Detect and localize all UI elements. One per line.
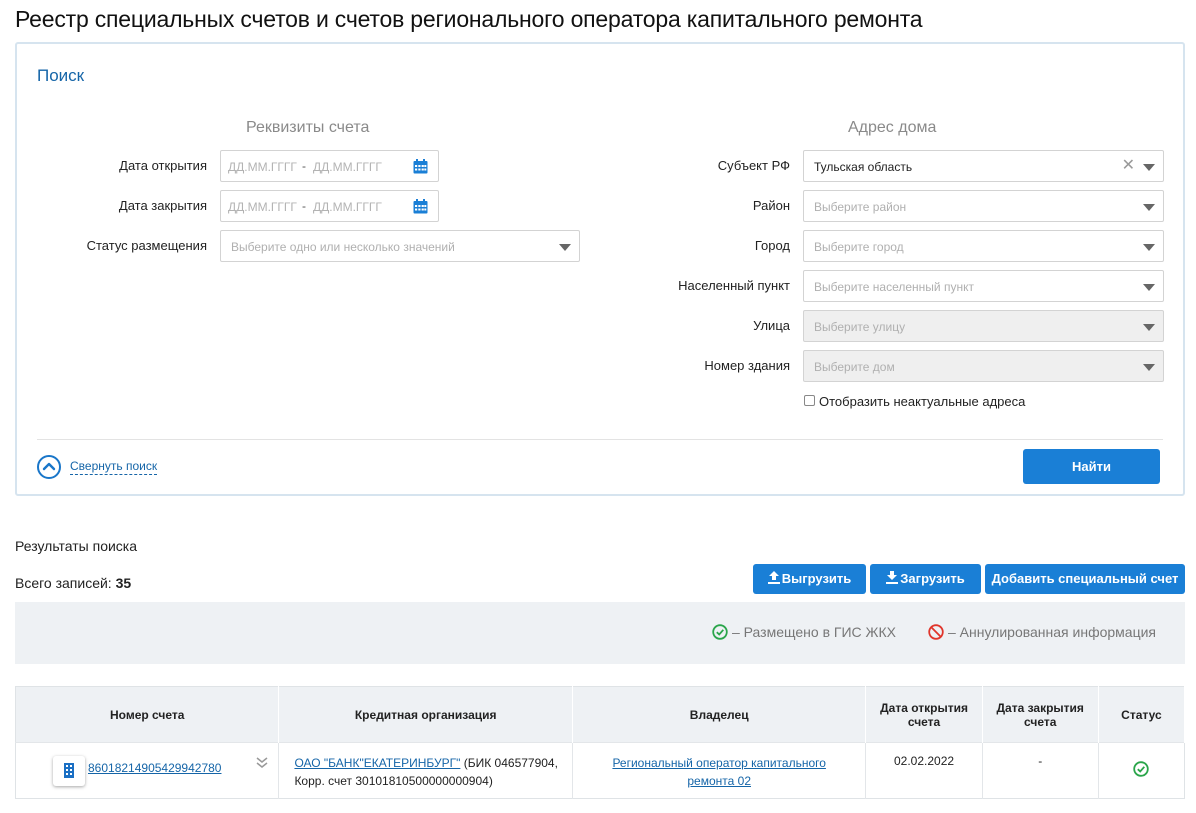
account-number-link[interactable]: 86018214905429942780: [88, 761, 221, 775]
show-inactive-label[interactable]: Отобразить неактуальные адреса: [819, 394, 1025, 409]
open-date-from[interactable]: ДД.ММ.ГГГГ: [228, 160, 297, 174]
cancel-circle-icon: [928, 624, 944, 640]
column-header-open-date: Дата открытия счета: [865, 686, 983, 743]
results-label: Результаты поиска: [15, 538, 138, 554]
close-date-to[interactable]: ДД.ММ.ГГГГ: [313, 200, 382, 214]
add-special-account-button[interactable]: Добавить специальный счет: [985, 564, 1185, 594]
chevron-down-icon[interactable]: [1143, 204, 1155, 211]
close-date-from[interactable]: ДД.ММ.ГГГГ: [228, 200, 297, 214]
search-panel: Поиск Реквизиты счета Дата открытия ДД.М…: [15, 42, 1185, 496]
owner-cell: Региональный оператор капитального ремон…: [572, 742, 867, 799]
legend-bar: – Размещено в ГИС ЖКХ – Аннулированная и…: [15, 602, 1185, 664]
chevron-up-icon[interactable]: [37, 455, 61, 479]
account-number-cell: 86018214905429942780: [15, 742, 280, 799]
region-select[interactable]: Тульская область ✕: [803, 150, 1164, 182]
account-section-title: Реквизиты счета: [246, 119, 370, 136]
results-table: Номер счета Кредитная организация Владел…: [15, 686, 1186, 799]
column-header-account-number: Номер счета: [15, 686, 280, 743]
column-header-bank: Кредитная организация: [278, 686, 573, 743]
chevron-down-icon[interactable]: [1143, 244, 1155, 251]
date-separator: -: [302, 159, 306, 173]
page-title: Реестр специальных счетов и счетов регио…: [15, 6, 923, 32]
calendar-icon[interactable]: [413, 159, 428, 174]
find-button[interactable]: Найти: [1023, 449, 1160, 484]
building-placeholder: Выберите дом: [814, 360, 895, 374]
bank-cell: ОАО "БАНК"ЕКАТЕРИНБУРГ" (БИК 046577904, …: [278, 742, 573, 799]
column-header-close-date: Дата закрытия счета: [982, 686, 1099, 743]
export-button[interactable]: Выгрузить: [753, 564, 866, 594]
chevron-down-icon[interactable]: [1143, 324, 1155, 331]
legend-cancelled-label: – Аннулированная информация: [948, 624, 1156, 640]
table-row: 86018214905429942780 ОАО "БАНК"ЕКАТЕРИНБ…: [15, 742, 1185, 799]
street-select[interactable]: Выберите улицу: [803, 310, 1164, 342]
upload-icon: [767, 571, 780, 584]
open-date-range[interactable]: ДД.ММ.ГГГГ - ДД.ММ.ГГГГ: [220, 150, 439, 182]
open-date-cell: 02.02.2022: [865, 742, 983, 799]
status-placeholder: Выберите одно или несколько значений: [231, 240, 455, 254]
building-label: Номер здания: [704, 358, 790, 373]
check-circle-icon: [712, 624, 728, 640]
building-icon-glyph: [64, 763, 74, 778]
chevron-down-icon[interactable]: [1143, 364, 1155, 371]
total-prefix: Всего записей:: [15, 575, 112, 591]
search-heading: Поиск: [37, 66, 85, 85]
city-placeholder: Выберите город: [814, 240, 904, 254]
chevron-down-icon[interactable]: [1143, 164, 1155, 171]
import-label: Загрузить: [900, 571, 965, 586]
import-button[interactable]: Загрузить: [870, 564, 981, 594]
legend-placed: – Размещено в ГИС ЖКХ: [712, 624, 896, 640]
calendar-icon[interactable]: [413, 199, 428, 214]
close-date-cell: -: [982, 742, 1099, 799]
street-placeholder: Выберите улицу: [814, 320, 906, 334]
city-select[interactable]: Выберите город: [803, 230, 1164, 262]
chevron-down-icon[interactable]: [1143, 284, 1155, 291]
close-icon[interactable]: ✕: [1122, 158, 1135, 174]
column-header-owner: Владелец: [572, 686, 867, 743]
total-records: Всего записей: 35: [15, 575, 131, 591]
status-label: Статус размещения: [86, 238, 207, 253]
address-section-title: Адрес дома: [848, 119, 937, 136]
building-icon[interactable]: [53, 756, 85, 786]
district-select[interactable]: Выберите район: [803, 190, 1164, 222]
show-inactive-checkbox[interactable]: [804, 395, 815, 406]
bank-link[interactable]: ОАО "БАНК"ЕКАТЕРИНБУРГ": [294, 756, 460, 770]
district-placeholder: Выберите район: [814, 200, 907, 214]
district-label: Район: [752, 198, 790, 213]
settlement-placeholder: Выберите населенный пункт: [814, 280, 974, 294]
download-icon: [886, 571, 899, 584]
chevron-down-icon[interactable]: [559, 244, 571, 251]
building-select[interactable]: Выберите дом: [803, 350, 1164, 382]
city-label: Город: [754, 238, 790, 253]
total-count: 35: [115, 575, 132, 591]
table-header-row: Номер счета Кредитная организация Владел…: [15, 686, 1186, 743]
region-value: Тульская область: [814, 160, 913, 174]
street-label: Улица: [753, 318, 790, 333]
collapse-search-link[interactable]: Свернуть поиск: [70, 459, 158, 475]
status-select[interactable]: Выберите одно или несколько значений: [220, 230, 580, 262]
settlement-select[interactable]: Выберите населенный пункт: [803, 270, 1164, 302]
date-separator: -: [302, 199, 306, 213]
legend-placed-label: – Размещено в ГИС ЖКХ: [732, 624, 896, 640]
double-chevron-down-icon: [256, 757, 268, 768]
close-date-label: Дата закрытия: [118, 198, 207, 213]
expand-icon[interactable]: [256, 756, 268, 773]
close-date-range[interactable]: ДД.ММ.ГГГГ - ДД.ММ.ГГГГ: [220, 190, 439, 222]
settlement-label: Населенный пункт: [678, 278, 790, 293]
open-date-label: Дата открытия: [119, 158, 207, 173]
check-circle-icon: [1133, 761, 1150, 777]
owner-link[interactable]: Региональный оператор капитального ремон…: [612, 756, 826, 788]
divider: [37, 439, 1163, 440]
open-date-to[interactable]: ДД.ММ.ГГГГ: [313, 160, 382, 174]
legend-cancelled: – Аннулированная информация: [928, 624, 1156, 640]
region-label: Субъект РФ: [717, 158, 790, 173]
column-header-status: Статус: [1098, 686, 1186, 743]
status-cell: [1098, 742, 1185, 799]
export-label: Выгрузить: [781, 571, 852, 586]
